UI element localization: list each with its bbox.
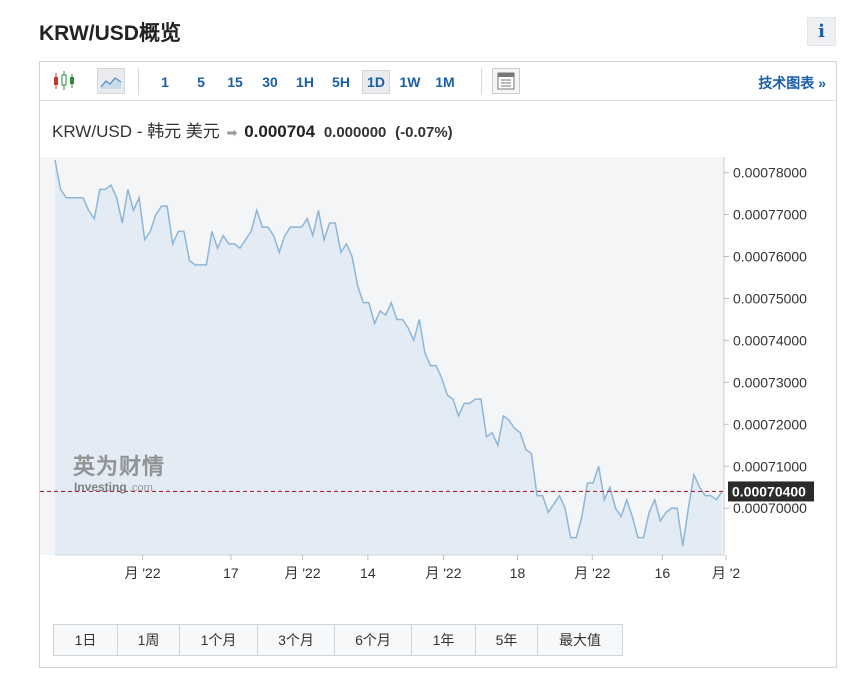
timeframe-1w[interactable]: 1W (395, 70, 425, 94)
page-title: KRW/USD概览 (39, 22, 181, 45)
y-tick-label: 0.00076000 (733, 249, 807, 265)
range-selector: 1日 1周 1个月 3个月 6个月 1年 5年 最大值 (53, 624, 623, 656)
y-tick-label: 0.00077000 (733, 207, 807, 223)
price-chart: 0.00078000 0.00077000 0.00076000 0.00075000… (40, 157, 836, 612)
range-3-months[interactable]: 3个月 (258, 625, 335, 655)
toolbar-separator (138, 68, 139, 95)
x-tick-label: 月 '22 (284, 565, 320, 581)
last-price: 0.000704 (244, 122, 316, 141)
x-tick-label: 月 '22 (425, 565, 461, 581)
chart-toolbar: 1 5 15 30 1H 5H 1D 1W 1M 技术图表 » (40, 62, 836, 101)
range-6-months[interactable]: 6个月 (335, 625, 412, 655)
range-1-day[interactable]: 1日 (54, 625, 118, 655)
timeframe-5h[interactable]: 5H (327, 70, 355, 94)
x-tick-label: 月 '22 (124, 565, 160, 581)
current-price-label: 0.00070400 (732, 483, 806, 499)
watermark-logo-en: Investing (74, 480, 127, 494)
chart-panel: 1 5 15 30 1H 5H 1D 1W 1M 技术图表 » KRW/USD … (39, 61, 837, 668)
technical-chart-link[interactable]: 技术图表 » (758, 73, 826, 93)
x-tick-label: 月 '2 (712, 565, 741, 581)
x-tick-label: 16 (655, 565, 671, 581)
x-tick-label: 14 (360, 565, 376, 581)
candlestick-icon[interactable] (50, 68, 78, 94)
timeframe-1m[interactable]: 1M (430, 70, 460, 94)
range-5-years[interactable]: 5年 (476, 625, 538, 655)
y-tick-label: 0.00074000 (733, 332, 807, 348)
price-change: 0.000000 (323, 124, 387, 141)
timeframe-5[interactable]: 5 (190, 70, 212, 94)
range-1-year[interactable]: 1年 (412, 625, 476, 655)
range-1-week[interactable]: 1周 (118, 625, 180, 655)
x-axis-band (40, 555, 836, 612)
y-tick-label: 0.00078000 (733, 165, 807, 181)
y-tick-label: 0.00071000 (733, 458, 807, 474)
timeframe-1h[interactable]: 1H (291, 70, 319, 94)
x-tick-label: 月 '22 (574, 565, 610, 581)
timeframe-30[interactable]: 30 (257, 70, 283, 94)
y-tick-label: 0.00072000 (733, 416, 807, 432)
info-button[interactable]: i (807, 17, 836, 46)
quote-line: KRW/USD - 韩元 美元 ➡ 0.000704 0.000000 (-0.… (52, 117, 453, 142)
table-view-icon[interactable] (492, 68, 520, 94)
y-tick-label: 0.00070000 (733, 500, 807, 516)
area-chart-icon[interactable] (97, 68, 125, 94)
range-max[interactable]: 最大值 (538, 625, 622, 655)
price-change-percent: (-0.07%) (395, 124, 453, 141)
watermark-logo-suffix: .com (129, 482, 153, 494)
currency-pair: KRW/USD - 韩元 美元 (52, 122, 220, 141)
watermark-logo-cn: 英为财情 (73, 454, 165, 480)
y-tick-label: 0.00073000 (733, 374, 807, 390)
timeframe-1[interactable]: 1 (154, 70, 176, 94)
x-tick-label: 18 (510, 565, 526, 581)
x-tick-label: 17 (223, 565, 239, 581)
chart-area[interactable]: 0.00078000 0.00077000 0.00076000 0.00075000… (40, 157, 836, 612)
arrow-right-icon: ➡ (226, 125, 238, 140)
timeframe-15[interactable]: 15 (222, 70, 248, 94)
range-1-month[interactable]: 1个月 (180, 625, 258, 655)
y-tick-label: 0.00075000 (733, 290, 807, 306)
toolbar-separator (481, 68, 482, 95)
timeframe-1d[interactable]: 1D (362, 70, 390, 94)
